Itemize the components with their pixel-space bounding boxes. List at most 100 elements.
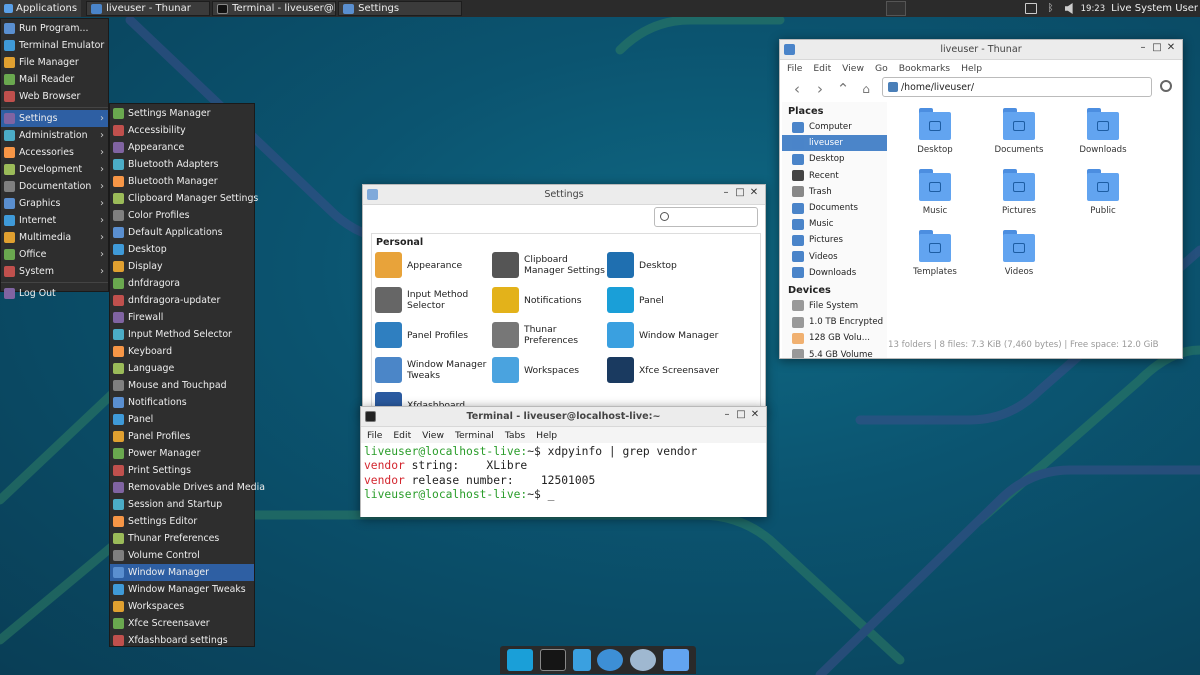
submenu-item-thunar-preferences[interactable]: Thunar Preferences [110,530,254,547]
taskbar-item-thunar[interactable]: liveuser - Thunar [86,1,211,16]
menu-item-mail-reader[interactable]: Mail Reader [1,71,108,88]
terminal-titlebar[interactable]: Terminal - liveuser@localhost-live:~ – □… [361,407,766,427]
menu-item-terminal-emulator[interactable]: Terminal Emulator [1,37,108,54]
submenu-item-display[interactable]: Display [110,258,254,275]
minimize-button[interactable]: – [720,409,734,420]
menu-view[interactable]: View [422,430,444,441]
menu-item-multimedia[interactable]: Multimedia › [1,229,108,246]
submenu-item-window-manager[interactable]: Window Manager [110,564,254,581]
minimize-button[interactable]: – [1136,42,1150,53]
folder-public[interactable]: Public [1061,168,1145,229]
bluetooth-icon[interactable]: ᛒ [1045,3,1057,14]
search-icon[interactable] [1160,80,1172,92]
submenu-item-window-manager-tweaks[interactable]: Window Manager Tweaks [110,581,254,598]
taskbar-item-terminal[interactable]: Terminal - liveuser@localh... [212,1,337,16]
submenu-item-xfce-screensaver[interactable]: Xfce Screensaver [110,615,254,632]
menu-go[interactable]: Go [875,63,888,74]
submenu-item-print-settings[interactable]: Print Settings [110,462,254,479]
sidebar-item-liveuser[interactable]: liveuser [782,135,887,152]
sidebar-item-recent[interactable]: Recent [782,168,887,184]
settings-item-workspaces[interactable]: Workspaces [492,356,607,384]
search-input[interactable] [654,207,758,227]
search-dock-icon[interactable] [629,649,656,671]
menu-item-administration[interactable]: Administration › [1,127,108,144]
submenu-item-notifications[interactable]: Notifications [110,394,254,411]
sidebar-item-desktop[interactable]: Desktop [782,151,887,167]
submenu-item-bluetooth-adapters[interactable]: Bluetooth Adapters [110,156,254,173]
menu-terminal[interactable]: Terminal [455,430,494,441]
menu-item-settings[interactable]: Settings › [1,110,108,127]
submenu-item-xfdashboard-settings[interactable]: Xfdashboard settings [110,632,254,649]
sidebar-item-trash[interactable]: Trash [782,184,887,200]
submenu-item-bluetooth-manager[interactable]: Bluetooth Manager [110,173,254,190]
menu-item-system[interactable]: System › [1,263,108,280]
submenu-item-keyboard[interactable]: Keyboard [110,343,254,360]
menu-item-documentation[interactable]: Documentation › [1,178,108,195]
user-menu[interactable]: Live System User [1111,3,1200,14]
menu-item-internet[interactable]: Internet › [1,212,108,229]
up-button[interactable]: ⌃ [833,79,853,99]
sidebar-item-videos[interactable]: Videos [782,249,887,265]
submenu-item-firewall[interactable]: Firewall [110,309,254,326]
close-button[interactable]: ✕ [747,187,761,198]
workspace-switcher[interactable] [886,1,906,16]
menu-item-accessories[interactable]: Accessories › [1,144,108,161]
folder-templates[interactable]: Templates [893,229,977,290]
folder-downloads[interactable]: Downloads [1061,107,1145,168]
folder-videos[interactable]: Videos [977,229,1061,290]
submenu-item-power-manager[interactable]: Power Manager [110,445,254,462]
settings-item-panel-profiles[interactable]: Panel Profiles [375,321,492,349]
menu-item-graphics[interactable]: Graphics › [1,195,108,212]
settings-item-clipboard-manager-settings[interactable]: Clipboard Manager Settings [492,251,607,279]
settings-item-appearance[interactable]: Appearance [375,251,492,279]
menu-file[interactable]: File [787,63,802,74]
submenu-item-settings-editor[interactable]: Settings Editor [110,513,254,530]
location-bar[interactable]: /home/liveuser/ [882,77,1152,97]
clock[interactable]: 19:23 [1081,4,1106,14]
folder-documents[interactable]: Documents [977,107,1061,168]
folder-dock-icon[interactable] [662,649,689,671]
submenu-item-removable-drives-and-media[interactable]: Removable Drives and Media [110,479,265,496]
back-button[interactable]: ‹ [787,79,807,99]
sidebar-item-music[interactable]: Music [782,216,887,232]
menu-bookmarks[interactable]: Bookmarks [899,63,950,74]
sidebar-item-pictures[interactable]: Pictures [782,232,887,248]
menu-item-log-out[interactable]: Log Out [1,285,108,302]
network-icon[interactable] [1024,3,1037,14]
minimize-button[interactable]: – [719,187,733,198]
settings-item-panel[interactable]: Panel [607,286,737,314]
thunar-titlebar[interactable]: liveuser - Thunar – □ ✕ [780,40,1182,60]
menu-item-web-browser[interactable]: Web Browser [1,88,108,105]
sidebar-device-128-gb-volu[interactable]: 128 GB Volu... [782,330,887,346]
menu-file[interactable]: File [367,430,382,441]
forward-button[interactable]: › [810,79,830,99]
submenu-item-volume-control[interactable]: Volume Control [110,547,254,564]
settings-item-input-method-selector[interactable]: Input Method Selector [375,286,492,314]
menu-help[interactable]: Help [961,63,982,74]
sidebar-device-file-system[interactable]: File System [782,298,887,314]
settings-item-window-manager[interactable]: Window Manager [607,321,737,349]
settings-item-notifications[interactable]: Notifications [492,286,607,314]
sidebar-device-5-4-gb-volume[interactable]: 5.4 GB Volume [782,346,887,358]
submenu-item-dnfdragora-updater[interactable]: dnfdragora-updater [110,292,254,309]
submenu-item-dnfdragora[interactable]: dnfdragora [110,275,254,292]
settings-titlebar[interactable]: Settings – □ ✕ [363,185,765,205]
folder-desktop[interactable]: Desktop [893,107,977,168]
sidebar-item-downloads[interactable]: Downloads [782,265,887,281]
close-button[interactable]: ✕ [1164,42,1178,53]
settings-item-window-manager-tweaks[interactable]: Window Manager Tweaks [375,356,492,384]
submenu-item-mouse-and-touchpad[interactable]: Mouse and Touchpad [110,377,254,394]
desktop-dock-icon[interactable] [507,649,534,671]
maximize-button[interactable]: □ [734,409,748,420]
submenu-item-color-profiles[interactable]: Color Profiles [110,207,254,224]
sidebar-item-documents[interactable]: Documents [782,200,887,216]
settings-item-desktop[interactable]: Desktop [607,251,737,279]
menu-view[interactable]: View [842,63,864,74]
menu-item-office[interactable]: Office › [1,246,108,263]
menu-edit[interactable]: Edit [813,63,831,74]
applications-menu-button[interactable]: Applications [0,0,82,17]
menu-tabs[interactable]: Tabs [505,430,525,441]
menu-edit[interactable]: Edit [393,430,411,441]
sidebar-device-1-0-tb-encrypted[interactable]: 1.0 TB Encrypted [782,314,887,330]
submenu-item-session-and-startup[interactable]: Session and Startup [110,496,254,513]
